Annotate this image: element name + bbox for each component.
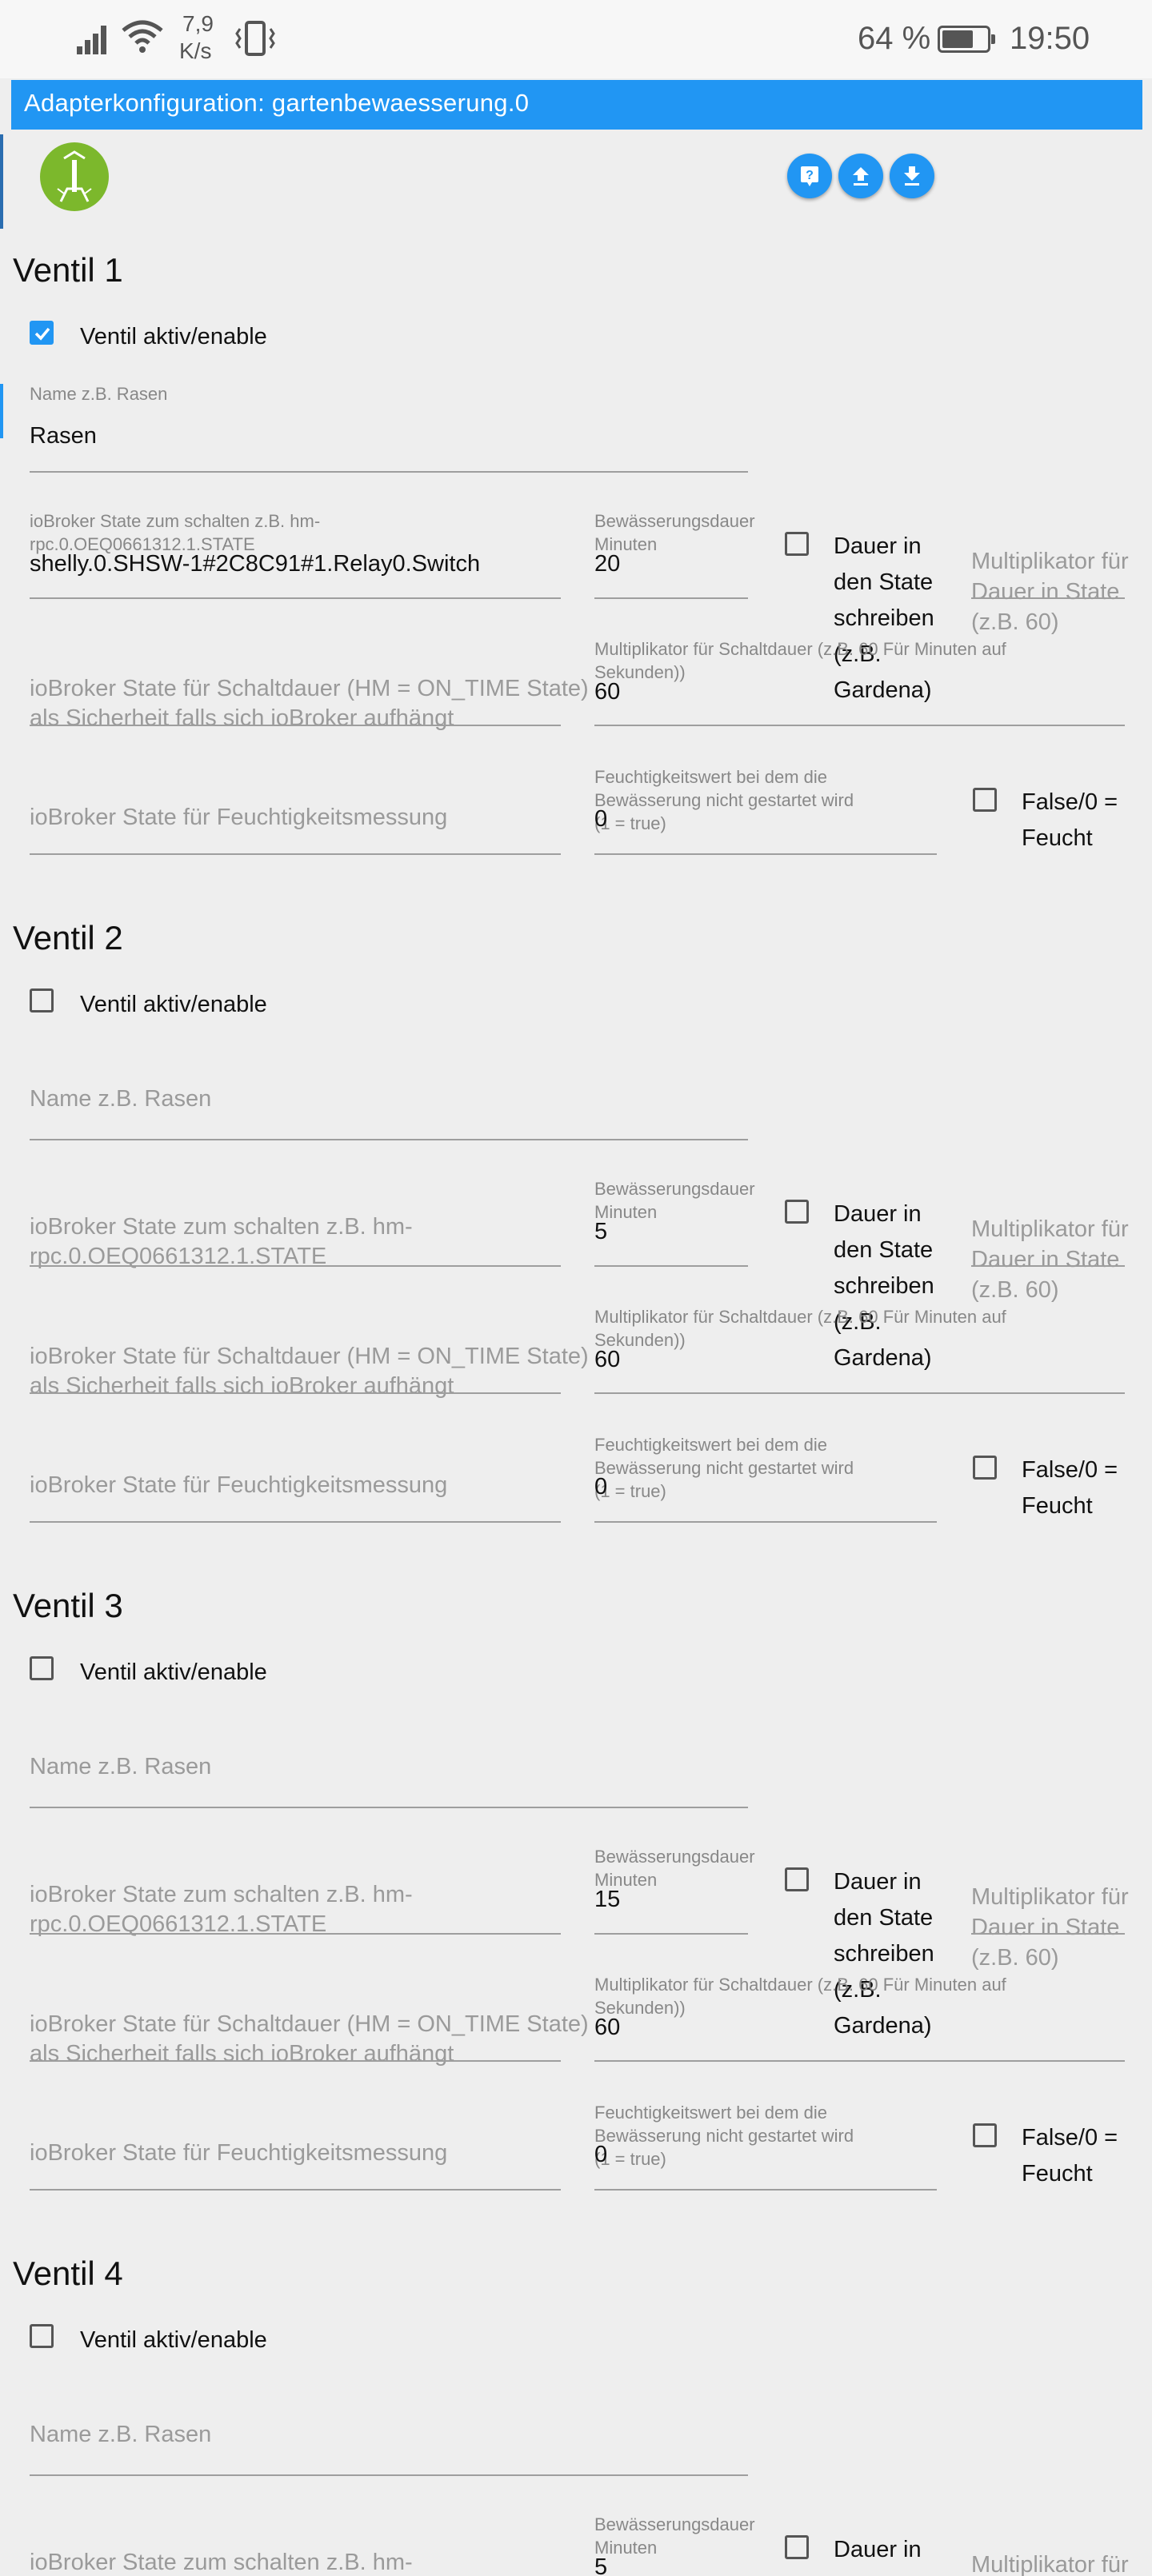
section-title: Ventil 1 [13,251,123,289]
multiplier-placeholder-3: (z.B. 60) [971,1945,1059,1971]
section-title: Ventil 3 [13,1587,123,1624]
multiplier-underline [971,1265,1125,1267]
enable-checkbox[interactable] [30,321,54,345]
name-input[interactable]: Name z.B. Rasen [30,1084,211,1114]
multiplier2-label-1: Multiplikator für Schaltdauer (z.B. 60 F… [594,1307,1006,1327]
state-label-1: ioBroker State zum schalten z.B. hm- [30,511,321,531]
state-placeholder-2: rpc.0.OEQ0661312.1.STATE [30,1911,327,1937]
duration-underline [594,1265,748,1267]
duration-label-1: Bewässerungsdauer [594,511,755,531]
write-duration-line2: den State [834,1905,934,1931]
multiplier-placeholder-1[interactable]: Multiplikator für [971,2547,1129,2576]
check-icon [34,327,50,341]
write-duration-line2: den State [834,1237,934,1263]
state-input[interactable]: shelly.0.SHSW-1#2C8C91#1.Relay0.Switch [30,551,480,577]
valve-section-4: Ventil 4 Ventil aktiv/enable Name z.B. R… [0,2003,1152,2576]
duration-underline [594,1933,748,1935]
write-duration-checkbox[interactable] [785,1867,809,1891]
valve-section-3: Ventil 3 Ventil aktiv/enable Name z.B. R… [0,1336,1152,2191]
write-duration-line1: Dauer in [834,1201,922,1227]
state-underline [30,1933,561,1935]
enable-label: Ventil aktiv/enable [80,324,267,349]
enable-checkbox[interactable] [30,1656,54,1680]
state-placeholder-1[interactable]: ioBroker State zum schalten z.B. hm- [30,1880,413,1910]
enable-label: Ventil aktiv/enable [80,992,267,1017]
duration-input[interactable]: 5 [594,1219,607,1245]
multiplier-placeholder-3: (z.B. 60) [971,1277,1059,1303]
duration-input[interactable]: 15 [594,1887,620,1913]
enable-label: Ventil aktiv/enable [80,2327,267,2353]
multiplier2-label-1: Multiplikator für Schaltdauer (z.B. 60 F… [594,639,1006,659]
name-label: Name z.B. Rasen [30,384,168,404]
name-input[interactable]: Name z.B. Rasen [30,1752,211,1782]
write-duration-line3: schreiben [834,1273,934,1299]
enable-checkbox[interactable] [30,2324,54,2348]
multiplier2-label-1: Multiplikator für Schaltdauer (z.B. 60 F… [594,1975,1006,1995]
state-placeholder-1[interactable]: ioBroker State zum schalten z.B. hm- [30,1212,413,1242]
name-underline [30,1139,748,1140]
duration-underline [594,597,748,599]
duration-label-1: Bewässerungsdauer [594,1847,755,1867]
multiplier-underline [971,597,1125,599]
duration-label-1: Bewässerungsdauer [594,1179,755,1199]
name-underline [30,2474,748,2476]
section-title: Ventil 4 [13,2254,123,2292]
multiplier-placeholder-3: (z.B. 60) [971,609,1059,635]
valve-section-1: Ventil 1 Ventil aktiv/enable Name z.B. R… [0,0,1152,855]
write-duration-checkbox[interactable] [785,2535,809,2559]
write-duration-checkbox[interactable] [785,532,809,556]
write-duration-line1: Dauer in [834,533,922,559]
write-duration-line2: den State [834,569,934,595]
write-duration-line3: schreiben [834,1941,934,1967]
section-title: Ventil 2 [13,919,123,957]
write-duration-line1: Dauer in [834,1869,922,1895]
state-underline [30,597,561,599]
name-underline [30,1807,748,1808]
write-duration-line3: schreiben [834,605,934,631]
state-underline [30,1265,561,1267]
multiplier-underline [971,1933,1125,1935]
name-underline [30,471,748,473]
duration-input[interactable]: 5 [594,2554,607,2576]
name-input[interactable]: Rasen [30,423,97,449]
valve-section-2: Ventil 2 Ventil aktiv/enable Name z.B. R… [0,668,1152,1523]
enable-label: Ventil aktiv/enable [80,1659,267,1685]
enable-checkbox[interactable] [30,988,54,1012]
state-placeholder-1[interactable]: ioBroker State zum schalten z.B. hm- [30,2548,413,2576]
name-input[interactable]: Name z.B. Rasen [30,2420,211,2450]
write-duration-line1: Dauer in [834,2537,922,2562]
state-placeholder-2: rpc.0.OEQ0661312.1.STATE [30,1244,327,1269]
duration-label-1: Bewässerungsdauer [594,2514,755,2534]
duration-input[interactable]: 20 [594,551,620,577]
write-duration-checkbox[interactable] [785,1200,809,1224]
